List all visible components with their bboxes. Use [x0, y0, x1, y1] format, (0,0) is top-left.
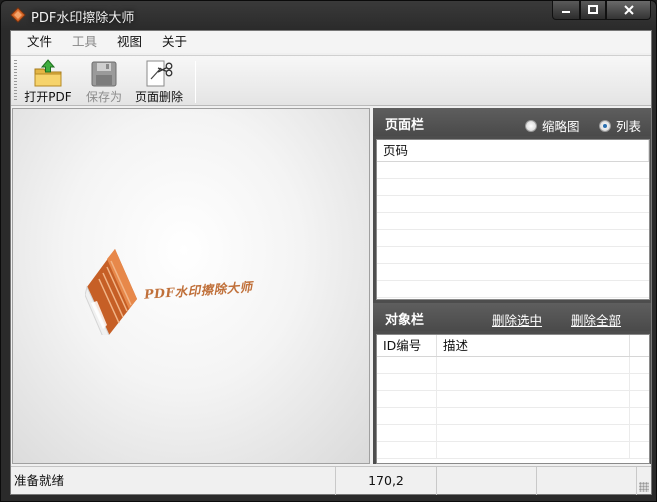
resize-grip[interactable] [639, 482, 649, 492]
list-row [377, 281, 649, 298]
floppy-disk-icon [91, 61, 117, 87]
toolbar-separator [195, 61, 196, 103]
page-list[interactable]: 页码 [376, 139, 650, 300]
radio-unchecked-icon [525, 119, 537, 132]
list-row [377, 213, 649, 230]
close-button[interactable] [606, 1, 651, 20]
column-page-number[interactable]: 页码 [377, 140, 649, 161]
object-panel-title: 对象栏 [385, 313, 425, 328]
menu-view[interactable]: 视图 [107, 31, 152, 53]
status-panel-3 [437, 467, 537, 495]
window-title: PDF水印擦除大师 [31, 11, 135, 26]
list-row [377, 196, 649, 213]
maximize-icon [588, 5, 598, 14]
open-pdf-button[interactable]: 打开PDF [21, 59, 75, 105]
open-pdf-label: 打开PDF [24, 90, 72, 104]
status-message: 准备就绪 [11, 467, 336, 495]
column-id[interactable]: ID编号 [377, 335, 437, 356]
menu-tools[interactable]: 工具 [62, 31, 107, 53]
toolbar-grip[interactable] [14, 60, 17, 102]
list-row [377, 230, 649, 247]
title-bar[interactable]: PDF水印擦除大师 [1, 1, 656, 31]
logo-text: PDF水印擦除大师 [143, 279, 254, 302]
page-panel-header: 页面栏 缩略图 列表 [373, 108, 651, 136]
save-as-label: 保存为 [85, 90, 122, 104]
maximize-button[interactable] [580, 1, 606, 20]
list-row [377, 162, 649, 179]
list-view-radio[interactable]: 列表 [599, 116, 641, 135]
delete-page-button[interactable]: 页面删除 [131, 59, 187, 105]
save-as-button[interactable]: 保存为 [83, 59, 125, 105]
delete-all-link[interactable]: 删除全部 [571, 310, 621, 329]
object-list[interactable]: ID编号 描述 [376, 334, 650, 464]
list-row [377, 425, 649, 442]
app-window: PDF水印擦除大师 文件 工具 视图 关于 打开PDF 保存为 页面删除 PDF… [0, 0, 657, 502]
list-row [377, 391, 649, 408]
app-logo-graphic [85, 249, 137, 335]
list-row [377, 179, 649, 196]
list-row [377, 247, 649, 264]
list-row [377, 408, 649, 425]
list-row [377, 357, 649, 374]
list-row [377, 264, 649, 281]
scissors-page-icon [146, 60, 173, 87]
thumbnail-view-label: 缩略图 [542, 119, 580, 134]
radio-checked-icon [599, 119, 611, 132]
delete-page-label: 页面删除 [134, 90, 183, 104]
page-list-header: 页码 [377, 140, 649, 162]
minimize-button[interactable] [552, 1, 580, 20]
menu-about[interactable]: 关于 [152, 31, 197, 53]
open-folder-icon [34, 59, 62, 87]
side-panel: 页面栏 缩略图 列表 页码 对象栏 删除选中 删除全部 ID编号 描述 [373, 108, 651, 464]
toolbar: 打开PDF 保存为 页面删除 [11, 55, 651, 106]
close-icon [623, 5, 634, 15]
list-view-label: 列表 [616, 119, 642, 134]
object-list-header: ID编号 描述 [377, 335, 649, 357]
page-panel-title: 页面栏 [385, 118, 425, 133]
minimize-icon [562, 11, 570, 13]
list-row [377, 442, 649, 459]
column-description[interactable]: 描述 [437, 335, 630, 356]
status-coords: 170,2 [336, 467, 437, 495]
delete-selected-link[interactable]: 删除选中 [492, 310, 542, 329]
status-bar: 准备就绪 170,2 [11, 466, 651, 495]
status-panel-4 [537, 467, 637, 495]
object-panel-header: 对象栏 删除选中 删除全部 [373, 303, 651, 331]
menu-file[interactable]: 文件 [17, 31, 62, 53]
thumbnail-view-radio[interactable]: 缩略图 [525, 116, 580, 135]
menu-bar: 文件 工具 视图 关于 [11, 31, 651, 53]
app-logo-icon [10, 7, 26, 23]
client-area: 文件 工具 视图 关于 打开PDF 保存为 页面删除 PDF水印擦除大师 页面栏… [10, 30, 652, 495]
list-row [377, 374, 649, 391]
pdf-preview-area[interactable]: PDF水印擦除大师 [12, 108, 370, 464]
